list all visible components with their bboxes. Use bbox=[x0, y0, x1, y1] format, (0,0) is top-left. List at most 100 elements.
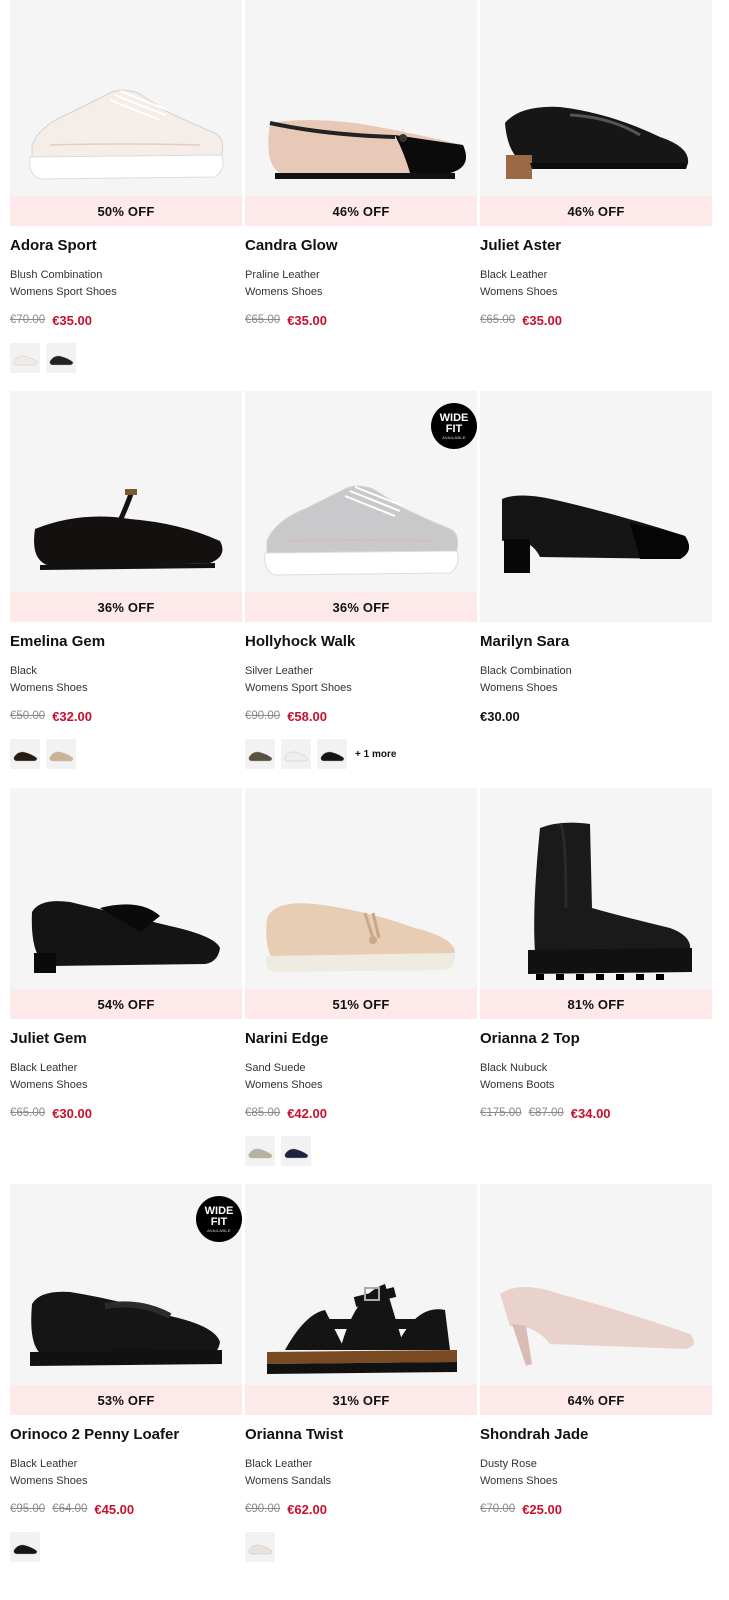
swatch-shoe-icon bbox=[248, 1148, 273, 1159]
sale-price: €34.00 bbox=[570, 1105, 611, 1121]
product-card[interactable]: 51% OFF Narini Edge Sand Suede Womens Shoes… bbox=[245, 788, 477, 1166]
colour-swatch[interactable] bbox=[245, 1136, 275, 1166]
colour-swatch[interactable] bbox=[281, 739, 311, 769]
colour-swatch[interactable] bbox=[281, 1136, 311, 1166]
wide-fit-badge: WIDE FIT AVAILABLE bbox=[431, 403, 477, 449]
product-name[interactable]: Juliet Gem bbox=[10, 1030, 242, 1050]
colour-swatch[interactable] bbox=[10, 1532, 40, 1562]
colour-swatches bbox=[10, 343, 242, 373]
discount-banner: 46% OFF bbox=[245, 196, 477, 226]
product-image[interactable]: 50% OFF bbox=[10, 0, 242, 226]
product-colour: Praline Leather bbox=[245, 269, 320, 281]
product-card[interactable]: WIDE FIT AVAILABLE 53% OFF Orinoco 2 Penny L… bbox=[10, 1184, 242, 1562]
product-image[interactable]: WIDE FIT AVAILABLE 53% OFF bbox=[10, 1184, 242, 1415]
price-row: €95.00 €64.00 €45.00 bbox=[10, 1500, 242, 1518]
was-price: €65.00 bbox=[245, 314, 281, 326]
product-card[interactable]: WIDE FIT AVAILABLE 36% OFF Hollyhock Walk Sil… bbox=[245, 391, 477, 769]
shoe-image bbox=[268, 120, 467, 179]
price-row: €65.00 €35.00 bbox=[245, 311, 477, 329]
product-name[interactable]: Orianna 2 Top bbox=[480, 1030, 712, 1050]
product-name[interactable]: Marilyn Sara bbox=[480, 633, 712, 653]
product-card[interactable]: 54% OFF Juliet Gem Black Leather Womens Sho… bbox=[10, 788, 242, 1122]
sale-price: €35.00 bbox=[287, 312, 327, 328]
colour-swatches bbox=[10, 1532, 242, 1562]
was-price: €65.00 bbox=[10, 1107, 46, 1119]
product-category: Womens Shoes bbox=[10, 682, 88, 694]
swatch-shoe-icon bbox=[248, 751, 273, 762]
discount-banner: 81% OFF bbox=[480, 989, 712, 1019]
discount-banner: 31% OFF bbox=[245, 1385, 477, 1415]
colour-swatch[interactable] bbox=[46, 343, 76, 373]
sale-price: €35.00 bbox=[522, 312, 562, 328]
product-category: Womens Sport Shoes bbox=[10, 286, 117, 298]
shoe-image bbox=[500, 1287, 694, 1366]
shoe-image bbox=[31, 901, 221, 973]
product-image[interactable]: 31% OFF bbox=[245, 1184, 477, 1415]
product-card[interactable]: 31% OFF Orianna Twist Black Leather Womens … bbox=[245, 1184, 477, 1562]
sale-price: €62.00 bbox=[287, 1501, 327, 1517]
product-card[interactable]: 46% OFF Juliet Aster Black Leather Womens S… bbox=[480, 0, 712, 329]
was-price: €70.00 bbox=[480, 1503, 516, 1515]
colour-swatches bbox=[245, 1532, 477, 1562]
colour-swatch[interactable] bbox=[10, 343, 40, 373]
product-image[interactable] bbox=[480, 391, 712, 622]
price-row: €90.00 €62.00 bbox=[245, 1500, 477, 1518]
product-image[interactable]: 36% OFF bbox=[10, 391, 242, 622]
discount-banner: 36% OFF bbox=[10, 592, 242, 622]
product-name[interactable]: Adora Sport bbox=[10, 237, 242, 257]
wide-fit-badge-text: FIT bbox=[210, 1215, 228, 1228]
product-name[interactable]: Shondrah Jade bbox=[480, 1426, 712, 1446]
product-name[interactable]: Narini Edge bbox=[245, 1030, 477, 1050]
colour-swatch[interactable] bbox=[46, 739, 76, 769]
product-name[interactable]: Candra Glow bbox=[245, 237, 477, 257]
product-colour: Black bbox=[10, 665, 37, 677]
product-category: Womens Shoes bbox=[480, 682, 558, 694]
product-card[interactable]: 36% OFF Emelina Gem Black Womens Shoes €50.0… bbox=[10, 391, 242, 769]
product-name[interactable]: Juliet Aster bbox=[480, 237, 712, 257]
was-price: €85.00 bbox=[245, 1107, 281, 1119]
product-image[interactable]: 54% OFF bbox=[10, 788, 242, 1019]
product-image[interactable]: 46% OFF bbox=[245, 0, 477, 226]
product-category: Womens Shoes bbox=[480, 286, 558, 298]
product-name[interactable]: Emelina Gem bbox=[10, 633, 242, 653]
product-card[interactable]: 64% OFF Shondrah Jade Dusty Rose Womens Sho… bbox=[480, 1184, 712, 1518]
shoe-image bbox=[266, 903, 456, 972]
product-image[interactable]: 81% OFF bbox=[480, 788, 712, 1019]
price-row: €30.00 bbox=[480, 707, 712, 725]
discount-banner: 46% OFF bbox=[480, 196, 712, 226]
product-image[interactable]: WIDE FIT AVAILABLE 36% OFF bbox=[245, 391, 477, 622]
was-price: €87.00 bbox=[528, 1107, 564, 1119]
swatch-shoe-icon bbox=[49, 751, 74, 762]
product-category: Womens Shoes bbox=[245, 286, 323, 298]
shoe-image bbox=[29, 89, 224, 180]
was-price: €50.00 bbox=[10, 710, 46, 722]
shoe-image bbox=[528, 822, 692, 980]
product-name[interactable]: Orinoco 2 Penny Loafer bbox=[10, 1426, 242, 1446]
colour-swatch[interactable] bbox=[317, 739, 347, 769]
product-colour: Black Leather bbox=[245, 1458, 313, 1470]
product-colour: Blush Combination bbox=[10, 269, 103, 281]
swatch-shoe-icon bbox=[320, 751, 345, 762]
product-card[interactable]: 50% OFF Adora Sport Blush Combination Women… bbox=[10, 0, 242, 373]
sale-price: €42.00 bbox=[287, 1105, 327, 1121]
product-image[interactable]: 64% OFF bbox=[480, 1184, 712, 1415]
product-image[interactable]: 46% OFF bbox=[480, 0, 712, 226]
shoe-image bbox=[502, 495, 689, 573]
colour-swatch[interactable] bbox=[245, 739, 275, 769]
colour-swatches: + 1 more bbox=[245, 739, 477, 769]
price-row: €65.00 €30.00 bbox=[10, 1104, 242, 1122]
product-card[interactable]: Marilyn Sara Black Combination Womens Shoe… bbox=[480, 391, 712, 725]
more-colours-link[interactable]: + 1 more bbox=[355, 749, 396, 760]
discount-banner: 53% OFF bbox=[10, 1385, 242, 1415]
price-row: €50.00 €32.00 bbox=[10, 707, 242, 725]
product-name[interactable]: Orianna Twist bbox=[245, 1426, 477, 1446]
colour-swatch[interactable] bbox=[245, 1532, 275, 1562]
product-card[interactable]: 81% OFF Orianna 2 Top Black Nubuck Womens B… bbox=[480, 788, 712, 1122]
price-row: €175.00 €87.00 €34.00 bbox=[480, 1104, 712, 1122]
was-price: €95.00 bbox=[10, 1503, 46, 1515]
product-image[interactable]: 51% OFF bbox=[245, 788, 477, 1019]
product-card[interactable]: 46% OFF Candra Glow Praline Leather Womens … bbox=[245, 0, 477, 329]
colour-swatch[interactable] bbox=[10, 739, 40, 769]
product-name[interactable]: Hollyhock Walk bbox=[245, 633, 477, 653]
swatch-shoe-icon bbox=[248, 1544, 273, 1555]
